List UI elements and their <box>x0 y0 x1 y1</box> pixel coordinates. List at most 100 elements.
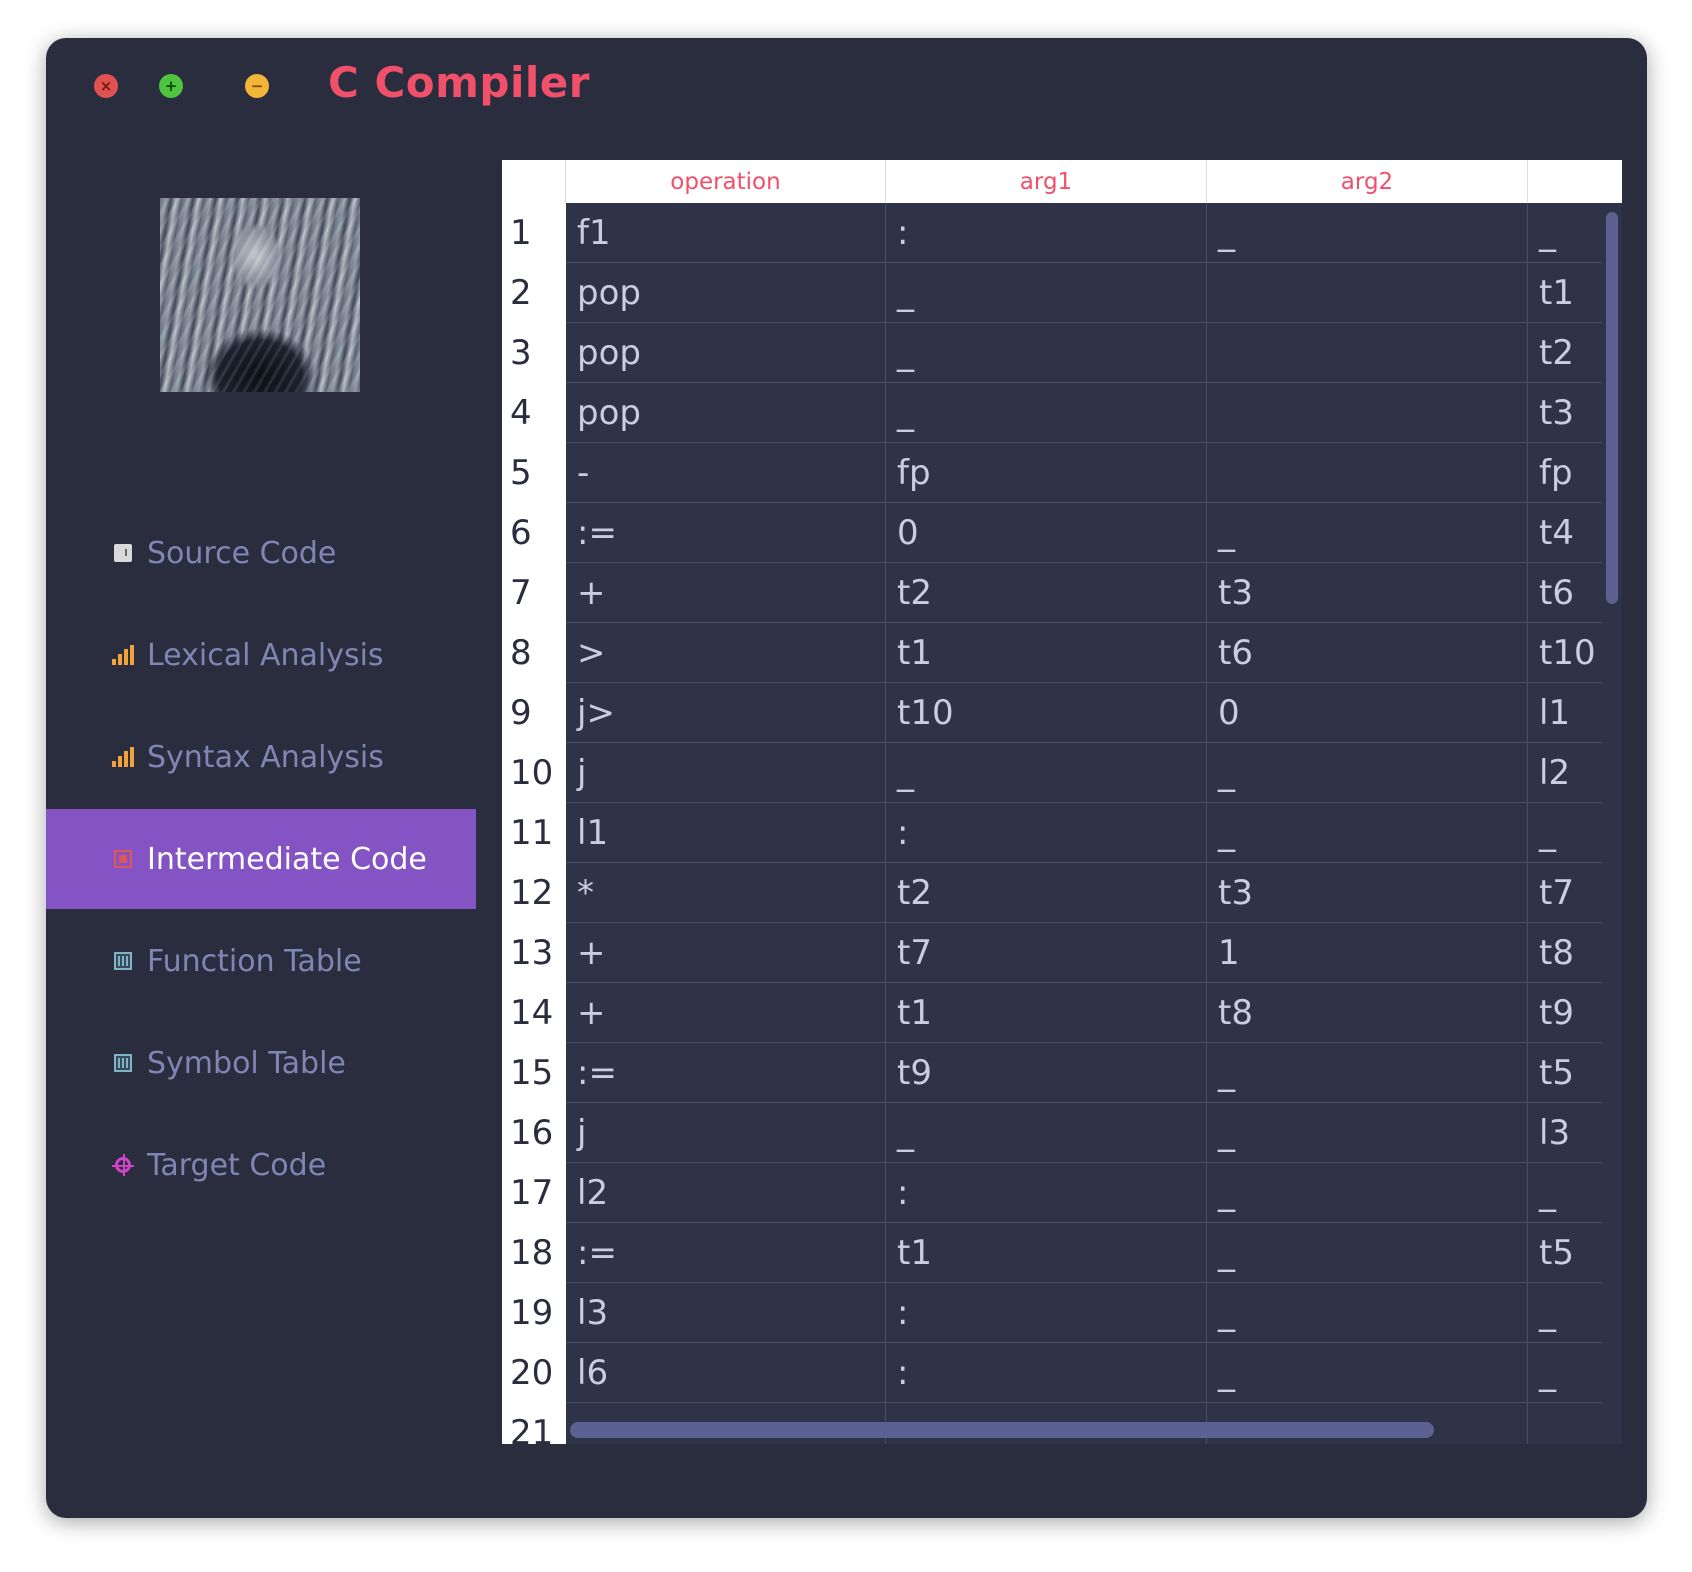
table-cell[interactable]: t2 <box>886 563 1207 623</box>
table-cell[interactable]: t8 <box>1207 983 1528 1043</box>
sidebar-item-intermediate-code[interactable]: Intermediate Code <box>46 809 476 909</box>
table-cell[interactable]: : <box>886 803 1207 863</box>
table-row[interactable]: j _ _ l3 <box>566 1103 1622 1163</box>
table-cell[interactable]: _ <box>1207 743 1528 803</box>
sidebar-item-source-code[interactable]: Source Code <box>46 503 476 603</box>
table-cell[interactable]: _ <box>1207 1343 1528 1403</box>
table-cell[interactable]: t6 <box>1207 623 1528 683</box>
table-cell[interactable]: _ <box>886 1103 1207 1163</box>
table-cell[interactable]: + <box>566 563 886 623</box>
table-cell[interactable]: > <box>566 623 886 683</box>
table-cell[interactable]: t1 <box>886 983 1207 1043</box>
sidebar-item-target-code[interactable]: Target Code <box>46 1115 476 1215</box>
row-number: 9 <box>510 693 532 733</box>
table-row[interactable]: l2: _ _ <box>566 1163 1622 1223</box>
table-cell[interactable]: _ <box>1207 1283 1528 1343</box>
table-cell[interactable] <box>1207 443 1528 503</box>
table-cell[interactable] <box>1207 383 1528 443</box>
table-cell[interactable]: _ <box>886 263 1207 323</box>
table-cell[interactable]: _ <box>886 743 1207 803</box>
close-window-icon[interactable]: × <box>94 74 118 98</box>
table-cell[interactable]: _ <box>1207 803 1528 863</box>
table-cell[interactable]: := <box>566 1043 886 1103</box>
table-cell[interactable]: l6 <box>566 1343 886 1403</box>
table-cell[interactable]: l3 <box>566 1283 886 1343</box>
table-cell[interactable]: t1 <box>886 623 1207 683</box>
column-header-result[interactable] <box>1528 160 1622 203</box>
table-row[interactable]: * t2 t3 t7 <box>566 863 1622 923</box>
table-row[interactable]: - fp fp <box>566 443 1622 503</box>
table-cell[interactable]: t2 <box>886 863 1207 923</box>
sidebar-item-function-table[interactable]: Function Table <box>46 911 476 1011</box>
sidebar-item-syntax-analysis[interactable]: Syntax Analysis <box>46 707 476 807</box>
table-cell[interactable] <box>1207 323 1528 383</box>
vertical-scrollbar[interactable] <box>1606 212 1618 604</box>
table-cell[interactable]: _ <box>1207 1103 1528 1163</box>
row-number: 5 <box>510 453 532 493</box>
table-cell[interactable]: - <box>566 443 886 503</box>
table-cell[interactable]: := <box>566 1223 886 1283</box>
table-cell[interactable]: pop <box>566 383 886 443</box>
table-cell[interactable]: 0 <box>886 503 1207 563</box>
column-header-arg1[interactable]: arg1 <box>886 160 1207 203</box>
table-cell[interactable]: t10 <box>886 683 1207 743</box>
horizontal-scrollbar[interactable] <box>570 1422 1434 1438</box>
table-cell[interactable]: f1 <box>566 203 886 263</box>
table-cell[interactable]: _ <box>1207 1163 1528 1223</box>
table-cell[interactable]: := <box>566 503 886 563</box>
table-cell[interactable]: 1 <box>1207 923 1528 983</box>
table-row[interactable]: + t1 t8 t9 <box>566 983 1622 1043</box>
table-cell[interactable]: : <box>886 203 1207 263</box>
table-cell[interactable]: t9 <box>886 1043 1207 1103</box>
table-cell[interactable] <box>1207 263 1528 323</box>
table-cell[interactable]: t1 <box>886 1223 1207 1283</box>
table-cell[interactable]: l2 <box>566 1163 886 1223</box>
row-number-gutter: 1 2 3 4 5 6 7 8 9 10 11 12 13 14 15 16 17 18 19 20 21 <box>502 203 566 1444</box>
table-row[interactable]: + t2 t3 t6 <box>566 563 1622 623</box>
table-cell[interactable]: j <box>566 1103 886 1163</box>
table-cell[interactable]: pop <box>566 263 886 323</box>
table-cell[interactable]: _ <box>886 383 1207 443</box>
table-row[interactable]: pop _ t3 <box>566 383 1622 443</box>
table-cell[interactable]: _ <box>1207 1043 1528 1103</box>
table-row[interactable]: j> t10 0 l1 <box>566 683 1622 743</box>
table-cell[interactable]: fp <box>886 443 1207 503</box>
table-cell[interactable]: j> <box>566 683 886 743</box>
table-cell[interactable]: + <box>566 983 886 1043</box>
minimize-window-icon[interactable]: − <box>245 74 269 98</box>
table-cell[interactable]: j <box>566 743 886 803</box>
column-header-operation[interactable]: operation <box>566 160 886 203</box>
table-row[interactable]: f1: _ _ <box>566 203 1622 263</box>
table-cell[interactable]: : <box>886 1343 1207 1403</box>
table-cell[interactable]: * <box>566 863 886 923</box>
table-row[interactable]: l6: _ _ <box>566 1343 1622 1403</box>
sidebar-item-symbol-table[interactable]: Symbol Table <box>46 1013 476 1113</box>
table-row[interactable]: := t9 _ t5 <box>566 1043 1622 1103</box>
table-row[interactable]: l3: _ _ <box>566 1283 1622 1343</box>
table-row[interactable]: j _ _ l2 <box>566 743 1622 803</box>
table-row[interactable]: > t1 t6 t10 <box>566 623 1622 683</box>
table-row[interactable]: + t7 1 t8 <box>566 923 1622 983</box>
table-cell[interactable]: _ <box>1207 1223 1528 1283</box>
table-cell[interactable]: pop <box>566 323 886 383</box>
table-cell[interactable]: 0 <box>1207 683 1528 743</box>
table-cell[interactable]: _ <box>1207 203 1528 263</box>
table-cell[interactable]: t7 <box>886 923 1207 983</box>
table-row[interactable]: l1: _ _ <box>566 803 1622 863</box>
table-cell[interactable]: l1 <box>566 803 886 863</box>
table-cell[interactable]: _ <box>1207 503 1528 563</box>
table-row[interactable]: pop _ t1 <box>566 263 1622 323</box>
column-header-arg2[interactable]: arg2 <box>1207 160 1528 203</box>
table-cell[interactable]: t3 <box>1207 563 1528 623</box>
table-cell[interactable]: : <box>886 1163 1207 1223</box>
sidebar-item-lexical-analysis[interactable]: Lexical Analysis <box>46 605 476 705</box>
maximize-window-icon[interactable]: + <box>159 74 183 98</box>
table-row[interactable]: := 0 _ t4 <box>566 503 1622 563</box>
table-row[interactable]: pop _ t2 <box>566 323 1622 383</box>
table-cell[interactable]: t3 <box>1207 863 1528 923</box>
table-cell[interactable]: + <box>566 923 886 983</box>
table-cell[interactable]: _ <box>886 323 1207 383</box>
table-row[interactable]: := t1 _ t5 <box>566 1223 1622 1283</box>
table-cell[interactable]: : <box>886 1283 1207 1343</box>
row-number: 21 <box>510 1413 554 1444</box>
